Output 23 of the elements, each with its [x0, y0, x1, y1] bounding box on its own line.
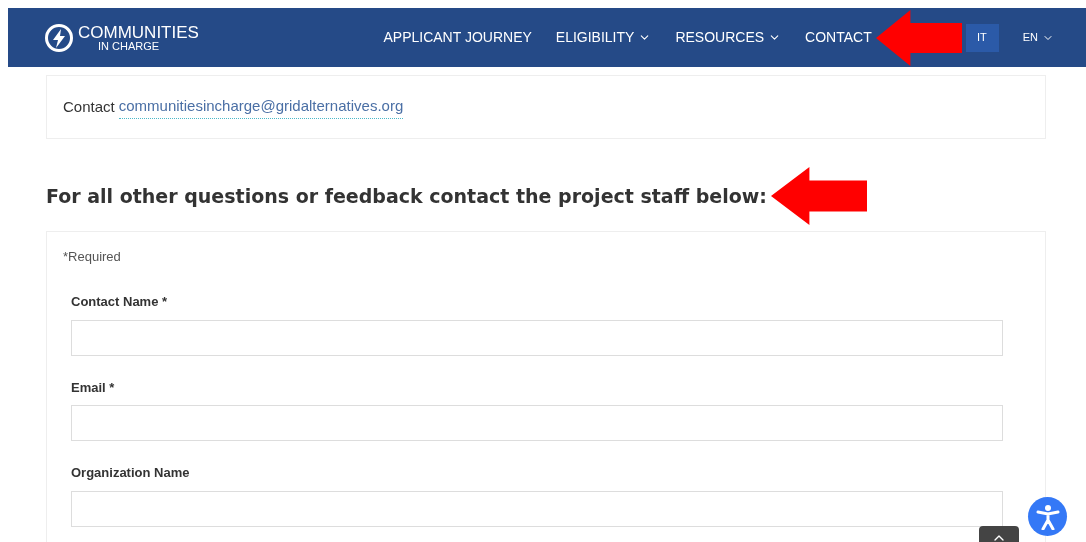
field-label: Organization Name [71, 464, 191, 482]
nav-link[interactable]: CONTACT [805, 27, 872, 48]
field-label: Email * [71, 378, 116, 397]
nav-link[interactable]: RESOURCES [675, 27, 782, 48]
pointer-arrow-icon [770, 167, 867, 225]
accessibility-figure-icon [1035, 503, 1060, 530]
contact-text: Contact [63, 96, 115, 117]
input-field[interactable] [71, 405, 1003, 441]
nav-button[interactable]: IT [965, 23, 999, 52]
input-field[interactable] [71, 490, 1003, 527]
accessibility-button[interactable] [1028, 497, 1067, 536]
section-heading: For all other questions or feedback contact the project staff below: [46, 183, 767, 209]
required-note: *Required [63, 249, 121, 264]
field-label: Contact Name * [71, 293, 169, 311]
nav-link[interactable]: ELIGIBILITY [555, 27, 652, 48]
logo-title: COMMUNITIES [78, 23, 199, 41]
email-link[interactable]: communitiesincharge@gridalternatives.org [118, 95, 404, 119]
nav-link[interactable]: APPLICANT JOURNEY [383, 27, 532, 48]
logo-subtitle: IN CHARGE [97, 40, 161, 52]
pointer-arrow-icon [876, 10, 962, 66]
language-selector[interactable]: EN [1022, 29, 1054, 46]
input-field[interactable] [71, 319, 1003, 356]
lightning-bolt-logo-icon [44, 22, 74, 53]
